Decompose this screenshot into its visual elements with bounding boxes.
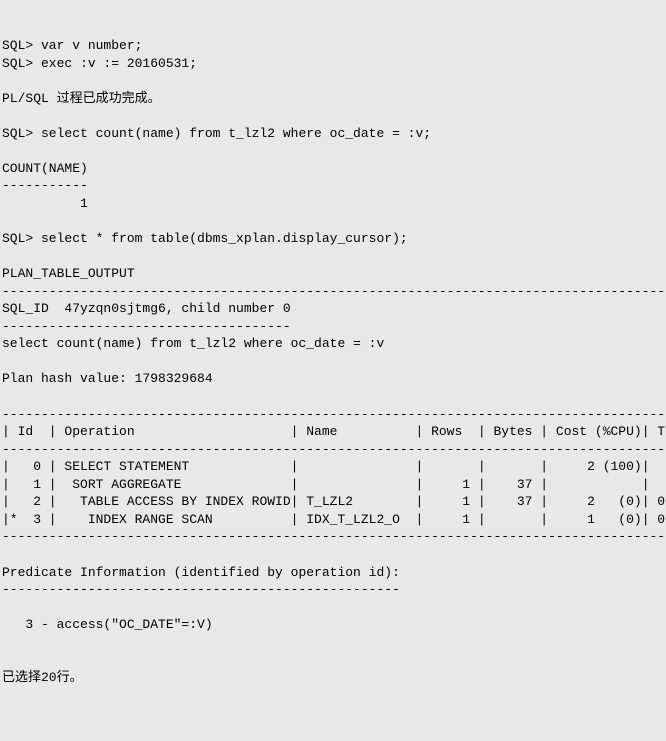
sql-prompt-line: SQL> exec :v := 20160531;	[2, 56, 197, 71]
sql-id-line: SQL_ID 47yzqn0sjtmg6, child number 0	[2, 301, 291, 316]
plan-table-row: |* 3 | INDEX RANGE SCAN | IDX_T_LZL2_O |…	[2, 512, 666, 527]
predicate-info-header: Predicate Information (identified by ope…	[2, 565, 400, 580]
plan-table-border: ----------------------------------------…	[2, 529, 666, 544]
terminal-output: SQL> var v number; SQL> exec :v := 20160…	[2, 37, 664, 686]
plan-table-border: ----------------------------------------…	[2, 407, 666, 422]
divider-line: ----------------------------------------…	[2, 582, 400, 597]
column-header: COUNT(NAME)	[2, 161, 88, 176]
sql-prompt-line: SQL> select * from table(dbms_xplan.disp…	[2, 231, 408, 246]
sql-prompt-line: SQL> select count(name) from t_lzl2 wher…	[2, 126, 431, 141]
result-value: 1	[2, 196, 88, 211]
plsql-success-message: PL/SQL 过程已成功完成。	[2, 91, 161, 106]
sql-prompt-line: SQL> var v number;	[2, 38, 142, 53]
plan-table-output-header: PLAN_TABLE_OUTPUT	[2, 266, 135, 281]
rows-selected-message: 已选择20行。	[2, 670, 83, 685]
plan-hash-value: Plan hash value: 1798329684	[2, 371, 213, 386]
plan-table-header: | Id | Operation | Name | Rows | Bytes |…	[2, 424, 666, 439]
plan-table-row: | 0 | SELECT STATEMENT | | | | 2 (100)| …	[2, 459, 666, 474]
divider-line: ----------------------------------------…	[2, 284, 666, 299]
divider-line: -----------	[2, 178, 88, 193]
divider-line: -------------------------------------	[2, 319, 291, 334]
plan-table-row: | 1 | SORT AGGREGATE | | 1 | 37 | | |	[2, 477, 666, 492]
query-echo: select count(name) from t_lzl2 where oc_…	[2, 336, 384, 351]
predicate-info-line: 3 - access("OC_DATE"=:V)	[2, 617, 213, 632]
plan-table-row: | 2 | TABLE ACCESS BY INDEX ROWID| T_LZL…	[2, 494, 666, 509]
plan-table-border: ----------------------------------------…	[2, 442, 666, 457]
